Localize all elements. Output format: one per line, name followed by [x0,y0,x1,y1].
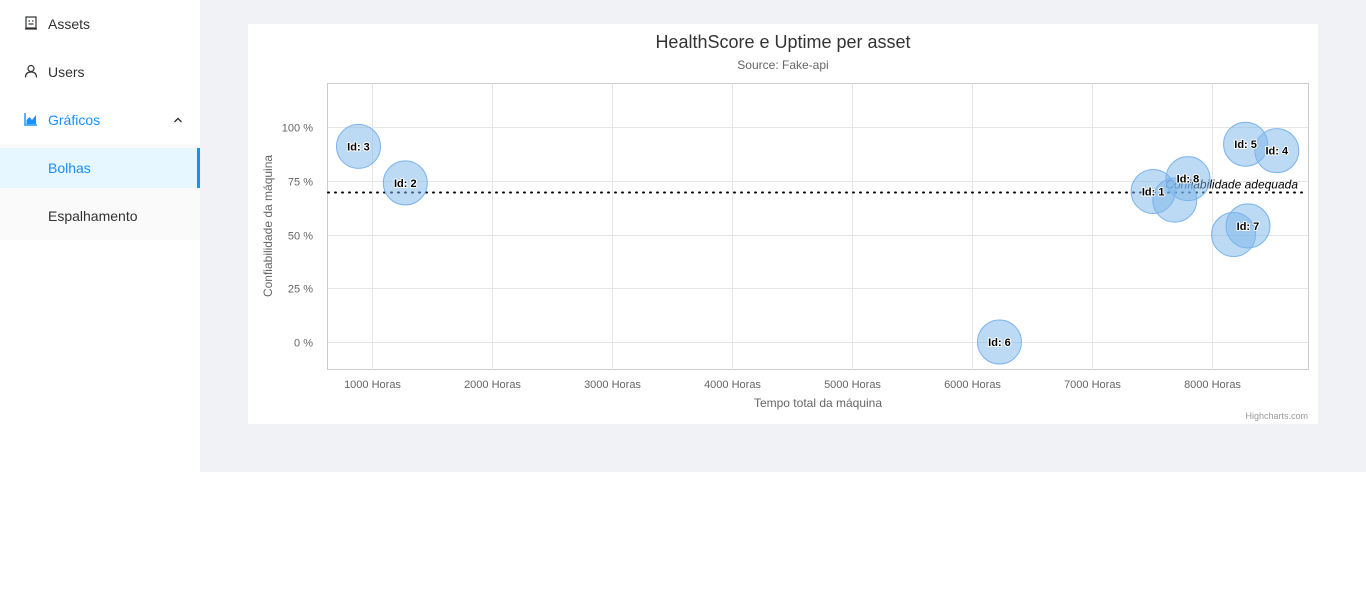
bubble-label: Id: 5 [1234,139,1257,151]
building-icon [25,16,37,30]
bubble-label: Id: 6 [988,337,1011,349]
submenu-item-bolhas[interactable]: Bolhas [0,148,200,188]
chart-card: HealthScore e Uptime per asset Source: F… [248,24,1318,424]
bubble-label: Id: 1 [1142,187,1165,199]
x-axis-title: Tempo total da máquina [754,396,882,410]
chart-credits[interactable]: Highcharts.com [1245,411,1308,421]
submenu-item-label: Espalhamento [48,208,138,224]
bubble-series: Id: 3 Id: 2 Id: 6 Id: 1 Id: 8 Id: 5 Id: 4 Id: 7 [335,121,1300,365]
x-tick-label: 5000 Horas [824,379,881,391]
x-tick-label: 3000 Horas [584,379,641,391]
sidebar-item-users[interactable]: Users [0,48,200,96]
sidebar-item-assets[interactable]: Assets [0,0,200,48]
x-tick-label: 8000 Horas [1184,379,1241,391]
user-icon [24,64,38,78]
grid-lines [328,84,1308,370]
y-tick-label: 75 % [288,177,313,189]
y-axis-title: Confiabilidade da máquina [261,155,275,297]
sidebar-item-label: Gráficos [48,112,101,128]
bubble-label: Id: 7 [1237,221,1260,233]
sidebar-item-label: Users [48,64,85,80]
sidebar-item-label: Assets [48,16,91,32]
sidebar-item-graficos[interactable]: Gráficos [0,96,200,144]
bubble-label: Id: 3 [347,141,370,153]
chart-title: HealthScore e Uptime per asset [655,32,910,52]
chart-subtitle: Source: Fake-api [737,58,828,72]
area-chart-icon [24,113,37,126]
x-tick-label: 1000 Horas [344,379,401,391]
bubble-label: Id: 4 [1265,146,1288,158]
bubble-chart: HealthScore e Uptime per asset Source: F… [261,32,1309,421]
sidebar: Assets Users Gráficos Bolhas Espalhament… [0,0,200,240]
chevron-up-icon [174,117,182,123]
y-tick-label: 25 % [288,284,313,296]
bubble-label: Id: 2 [394,178,417,190]
x-tick-label: 7000 Horas [1064,379,1121,391]
submenu-item-label: Bolhas [48,160,91,176]
y-axis-ticks: 0 % 25 % 50 % 75 % 100 % [282,123,313,350]
submenu-item-espalhamento[interactable]: Espalhamento [0,196,200,236]
y-tick-label: 0 % [294,338,313,350]
x-axis-ticks: 1000 Horas 2000 Horas 3000 Horas 4000 Horas… [344,379,1241,391]
x-tick-label: 4000 Horas [704,379,761,391]
y-tick-label: 50 % [288,231,313,243]
bubble-label: Id: 8 [1177,174,1200,186]
plot-area-border [327,83,1309,370]
x-tick-label: 6000 Horas [944,379,1001,391]
y-tick-label: 100 % [282,123,313,135]
x-tick-label: 2000 Horas [464,379,521,391]
